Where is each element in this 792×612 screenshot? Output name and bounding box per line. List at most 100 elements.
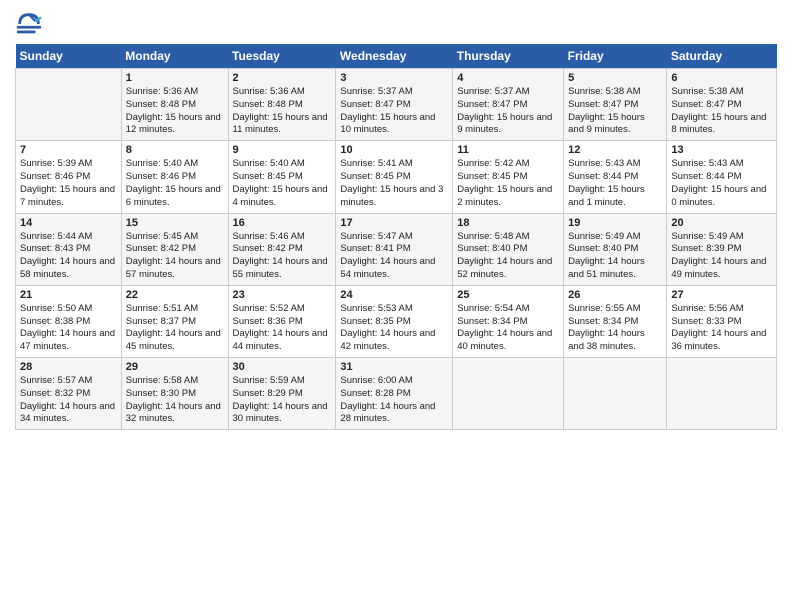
calendar-cell: 12 Sunrise: 5:43 AMSunset: 8:44 PMDayligh… xyxy=(564,141,667,213)
cell-content: Sunrise: 5:36 AMSunset: 8:48 PMDaylight:… xyxy=(126,86,224,137)
week-row-1: 1 Sunrise: 5:36 AMSunset: 8:48 PMDaylight… xyxy=(16,69,777,141)
calendar-cell: 20Sunrise: 5:49 AMSunset: 8:39 PMDayligh… xyxy=(667,213,777,285)
calendar-cell: 21 Sunrise: 5:50 AMSunset: 8:38 PMDayligh… xyxy=(16,285,122,357)
calendar-cell xyxy=(667,358,777,430)
calendar-cell: 31 Sunrise: 6:00 AMSunset: 8:28 PMDayligh… xyxy=(336,358,453,430)
day-number: 20 xyxy=(671,217,772,229)
cell-content: Sunrise: 5:38 AMSunset: 8:47 PMDaylight:… xyxy=(671,86,772,137)
cell-content: Sunrise: 5:57 AMSunset: 8:32 PMDaylight:… xyxy=(20,375,117,426)
day-number: 28 xyxy=(20,361,117,373)
calendar-cell: 30 Sunrise: 5:59 AMSunset: 8:29 PMDayligh… xyxy=(228,358,336,430)
calendar-cell: 7 Sunrise: 5:39 AMSunset: 8:46 PMDaylight… xyxy=(16,141,122,213)
cell-content: Sunrise: 5:56 AMSunset: 8:33 PMDaylight:… xyxy=(671,303,772,354)
day-number: 30 xyxy=(233,361,332,373)
cell-content: Sunrise: 5:42 AMSunset: 8:45 PMDaylight:… xyxy=(457,158,559,209)
cell-content: Sunrise: 5:55 AMSunset: 8:34 PMDaylight:… xyxy=(568,303,662,354)
calendar-cell: 13Sunrise: 5:43 AMSunset: 8:44 PMDayligh… xyxy=(667,141,777,213)
cell-content: Sunrise: 6:00 AMSunset: 8:28 PMDaylight:… xyxy=(340,375,448,426)
day-number: 7 xyxy=(20,144,117,156)
calendar-cell: 6 Sunrise: 5:38 AMSunset: 8:47 PMDaylight… xyxy=(667,69,777,141)
calendar-cell: 26 Sunrise: 5:55 AMSunset: 8:34 PMDayligh… xyxy=(564,285,667,357)
calendar-cell: 18 Sunrise: 5:48 AMSunset: 8:40 PMDayligh… xyxy=(453,213,564,285)
day-header-thursday: Thursday xyxy=(453,44,564,69)
calendar-cell: 10 Sunrise: 5:41 AMSunset: 8:45 PMDayligh… xyxy=(336,141,453,213)
calendar-cell xyxy=(16,69,122,141)
day-number: 17 xyxy=(340,217,448,229)
day-number: 12 xyxy=(568,144,662,156)
cell-content: Sunrise: 5:38 AMSunset: 8:47 PMDaylight:… xyxy=(568,86,662,137)
day-number: 14 xyxy=(20,217,117,229)
day-number: 8 xyxy=(126,144,224,156)
day-number: 2 xyxy=(233,72,332,84)
day-number: 5 xyxy=(568,72,662,84)
calendar-cell: 25Sunrise: 5:54 AMSunset: 8:34 PMDayligh… xyxy=(453,285,564,357)
page-container: SundayMondayTuesdayWednesdayThursdayFrid… xyxy=(0,0,792,440)
cell-content: Sunrise: 5:53 AMSunset: 8:35 PMDaylight:… xyxy=(340,303,448,354)
header-row: SundayMondayTuesdayWednesdayThursdayFrid… xyxy=(16,44,777,69)
cell-content: Sunrise: 5:37 AMSunset: 8:47 PMDaylight:… xyxy=(340,86,448,137)
calendar-cell xyxy=(564,358,667,430)
calendar-cell: 3 Sunrise: 5:37 AMSunset: 8:47 PMDaylight… xyxy=(336,69,453,141)
week-row-3: 14 Sunrise: 5:44 AMSunset: 8:43 PMDayligh… xyxy=(16,213,777,285)
cell-content: Sunrise: 5:54 AMSunset: 8:34 PMDaylight:… xyxy=(457,303,559,354)
cell-content: Sunrise: 5:37 AMSunset: 8:47 PMDaylight:… xyxy=(457,86,559,137)
cell-content: Sunrise: 5:51 AMSunset: 8:37 PMDaylight:… xyxy=(126,303,224,354)
calendar-cell: 19 Sunrise: 5:49 AMSunset: 8:40 PMDayligh… xyxy=(564,213,667,285)
calendar-cell: 16 Sunrise: 5:46 AMSunset: 8:42 PMDayligh… xyxy=(228,213,336,285)
day-header-monday: Monday xyxy=(121,44,228,69)
cell-content: Sunrise: 5:43 AMSunset: 8:44 PMDaylight:… xyxy=(568,158,662,209)
calendar-cell: 23 Sunrise: 5:52 AMSunset: 8:36 PMDayligh… xyxy=(228,285,336,357)
calendar-cell: 27 Sunrise: 5:56 AMSunset: 8:33 PMDayligh… xyxy=(667,285,777,357)
week-row-4: 21 Sunrise: 5:50 AMSunset: 8:38 PMDayligh… xyxy=(16,285,777,357)
cell-content: Sunrise: 5:59 AMSunset: 8:29 PMDaylight:… xyxy=(233,375,332,426)
cell-content: Sunrise: 5:39 AMSunset: 8:46 PMDaylight:… xyxy=(20,158,117,209)
day-number: 24 xyxy=(340,289,448,301)
day-header-sunday: Sunday xyxy=(16,44,122,69)
cell-content: Sunrise: 5:58 AMSunset: 8:30 PMDaylight:… xyxy=(126,375,224,426)
day-header-saturday: Saturday xyxy=(667,44,777,69)
day-number: 19 xyxy=(568,217,662,229)
calendar-cell: 4 Sunrise: 5:37 AMSunset: 8:47 PMDaylight… xyxy=(453,69,564,141)
calendar-cell: 29 Sunrise: 5:58 AMSunset: 8:30 PMDayligh… xyxy=(121,358,228,430)
cell-content: Sunrise: 5:50 AMSunset: 8:38 PMDaylight:… xyxy=(20,303,117,354)
logo-icon xyxy=(15,10,43,38)
cell-content: Sunrise: 5:48 AMSunset: 8:40 PMDaylight:… xyxy=(457,231,559,282)
calendar-cell: 14 Sunrise: 5:44 AMSunset: 8:43 PMDayligh… xyxy=(16,213,122,285)
day-number: 27 xyxy=(671,289,772,301)
calendar-cell: 24 Sunrise: 5:53 AMSunset: 8:35 PMDayligh… xyxy=(336,285,453,357)
logo xyxy=(15,10,47,38)
day-number: 29 xyxy=(126,361,224,373)
day-header-tuesday: Tuesday xyxy=(228,44,336,69)
calendar-cell: 15Sunrise: 5:45 AMSunset: 8:42 PMDayligh… xyxy=(121,213,228,285)
day-number: 16 xyxy=(233,217,332,229)
day-number: 10 xyxy=(340,144,448,156)
cell-content: Sunrise: 5:49 AMSunset: 8:40 PMDaylight:… xyxy=(568,231,662,282)
calendar-cell: 22Sunrise: 5:51 AMSunset: 8:37 PMDayligh… xyxy=(121,285,228,357)
header xyxy=(15,10,777,38)
calendar-cell: 5 Sunrise: 5:38 AMSunset: 8:47 PMDaylight… xyxy=(564,69,667,141)
day-number: 11 xyxy=(457,144,559,156)
day-number: 31 xyxy=(340,361,448,373)
cell-content: Sunrise: 5:44 AMSunset: 8:43 PMDaylight:… xyxy=(20,231,117,282)
day-number: 23 xyxy=(233,289,332,301)
day-header-friday: Friday xyxy=(564,44,667,69)
day-number: 26 xyxy=(568,289,662,301)
day-number: 3 xyxy=(340,72,448,84)
day-number: 4 xyxy=(457,72,559,84)
day-header-wednesday: Wednesday xyxy=(336,44,453,69)
calendar-cell: 9Sunrise: 5:40 AMSunset: 8:45 PMDaylight… xyxy=(228,141,336,213)
day-number: 18 xyxy=(457,217,559,229)
calendar-cell: 28 Sunrise: 5:57 AMSunset: 8:32 PMDayligh… xyxy=(16,358,122,430)
day-number: 21 xyxy=(20,289,117,301)
day-number: 6 xyxy=(671,72,772,84)
cell-content: Sunrise: 5:46 AMSunset: 8:42 PMDaylight:… xyxy=(233,231,332,282)
calendar-cell: 2Sunrise: 5:36 AMSunset: 8:48 PMDaylight… xyxy=(228,69,336,141)
day-number: 1 xyxy=(126,72,224,84)
cell-content: Sunrise: 5:47 AMSunset: 8:41 PMDaylight:… xyxy=(340,231,448,282)
cell-content: Sunrise: 5:52 AMSunset: 8:36 PMDaylight:… xyxy=(233,303,332,354)
day-number: 13 xyxy=(671,144,772,156)
calendar-cell: 11 Sunrise: 5:42 AMSunset: 8:45 PMDayligh… xyxy=(453,141,564,213)
calendar-cell: 8Sunrise: 5:40 AMSunset: 8:46 PMDaylight… xyxy=(121,141,228,213)
cell-content: Sunrise: 5:41 AMSunset: 8:45 PMDaylight:… xyxy=(340,158,448,209)
day-number: 9 xyxy=(233,144,332,156)
